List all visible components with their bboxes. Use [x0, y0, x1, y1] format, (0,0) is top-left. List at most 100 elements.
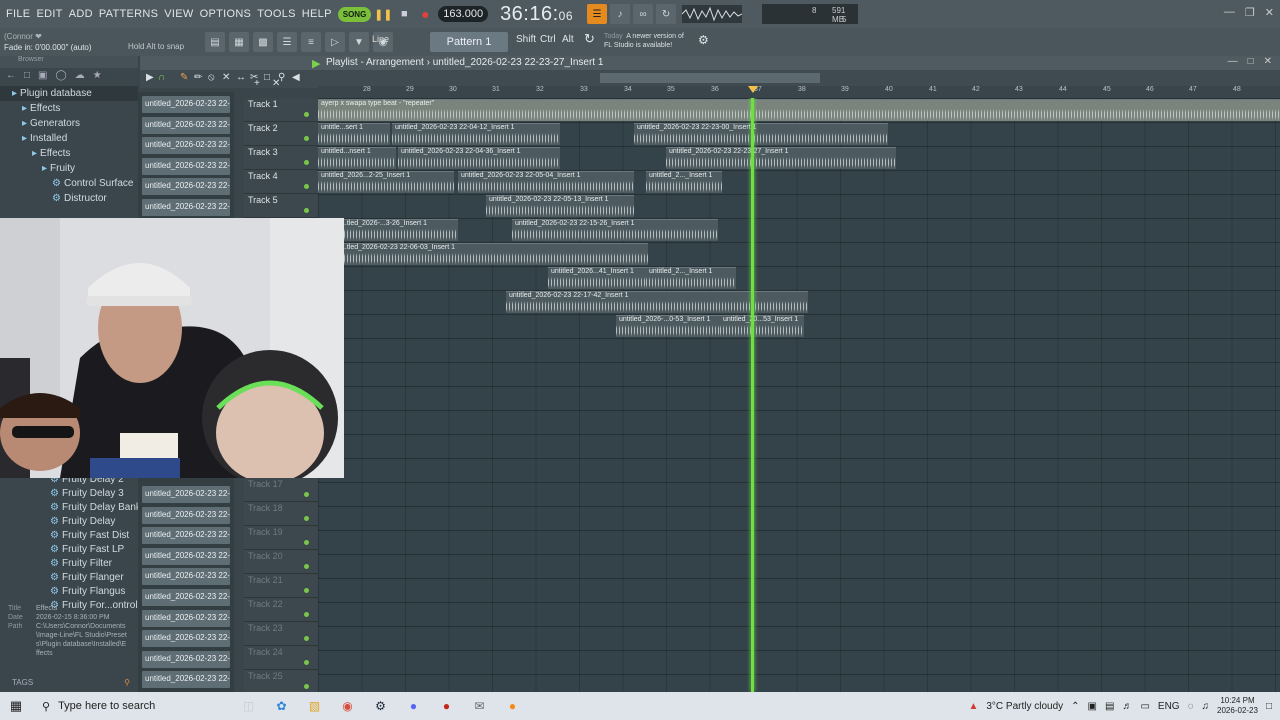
track-header[interactable]: Track 23 [244, 622, 318, 646]
pattern-selector[interactable]: Pattern 1 [430, 32, 508, 52]
menu-item[interactable]: TOOLS [257, 8, 296, 20]
metronome-icon[interactable]: ♪ [610, 4, 631, 24]
audio-clip[interactable]: ...tled_2026-...3-26_Insert 1 [338, 219, 458, 241]
taskbar-clock[interactable]: 10:24 PM 2026-02-23 [1217, 696, 1258, 716]
channel-button[interactable]: untitled_2026-02-23 22- [142, 568, 230, 586]
channel-rack-icon[interactable]: ▩ [253, 32, 273, 52]
ctrl-key-button[interactable]: Ctrl [540, 34, 556, 45]
browser-tree-item[interactable]: ▸ Generators [0, 116, 138, 131]
playlist-icon[interactable]: ▤ [205, 32, 225, 52]
task-view-icon[interactable]: ◫ [232, 692, 265, 720]
menu-item[interactable]: ADD [69, 8, 93, 20]
playlist-grid[interactable]: ayerp x swapa type beat - "repeater" unti… [318, 98, 1280, 692]
browser-plugin-item[interactable]: ⚙ Fruity Filter [0, 556, 138, 570]
song-mode-toggle[interactable]: SONG [337, 6, 372, 22]
snap-selector[interactable]: Line [372, 34, 412, 44]
track-header[interactable]: Track 21 [244, 574, 318, 598]
playhead[interactable] [751, 98, 754, 692]
mixer-sliders-icon[interactable]: ≡ [301, 32, 321, 52]
menu-item[interactable]: OPTIONS [200, 8, 252, 20]
menu-item[interactable]: EDIT [36, 8, 62, 20]
browser-tree-item[interactable]: ▸ Effects [0, 101, 138, 116]
mixer-icon[interactable]: ☰ [277, 32, 297, 52]
refresh-icon[interactable]: ↻ [584, 31, 595, 47]
ruler-bar-number[interactable]: 47 [1189, 86, 1197, 93]
tempo-display[interactable]: 163.000 [438, 6, 489, 22]
browser-plugin-item[interactable]: ⚙ Fruity Flanger [0, 570, 138, 584]
browser-tree-item[interactable]: ▸ Fruity [0, 161, 138, 176]
menu-item[interactable]: VIEW [164, 8, 193, 20]
menu-item[interactable]: HELP [302, 8, 332, 20]
browser-icon[interactable]: ▷ [325, 32, 345, 52]
browser-plugin-item[interactable]: ⚙ Fruity Delay [0, 514, 138, 528]
track-header[interactable]: Track 20 [244, 550, 318, 574]
channel-button[interactable]: untitled_2026-02-23 22- [142, 506, 230, 524]
track-mute-led[interactable] [304, 160, 309, 165]
wait-input-icon[interactable]: ∞ [633, 4, 654, 24]
browser-plugin-item[interactable]: ⚙ Fruity Delay 3 [0, 486, 138, 500]
menu-item[interactable]: FILE [6, 8, 30, 20]
channel-button[interactable]: untitled_2026-02-23 22- [142, 527, 230, 545]
audio-clip[interactable]: untitled_2026-02-23 22-23-27_Insert 1 [666, 147, 896, 169]
ruler-bar-number[interactable]: 45 [1103, 86, 1111, 93]
audio-clip[interactable]: untitled_20...53_Insert 1 [720, 315, 804, 337]
playlist-menu-icon[interactable]: ▶ [146, 72, 154, 83]
taskbar-search[interactable]: ⚲ Type here to search [32, 692, 232, 720]
ruler-bar-number[interactable]: 48 [1233, 86, 1241, 93]
audio-clip[interactable]: ayerp x swapa type beat - "repeater" [318, 99, 1280, 121]
network-icon[interactable]: ▤ [1105, 701, 1114, 712]
ruler-bar-number[interactable]: 32 [536, 86, 544, 93]
magnet-icon[interactable]: ∩ [158, 72, 165, 83]
camera-icon[interactable]: ▣ [1088, 701, 1097, 712]
channel-button[interactable]: untitled_2026-02-23 22- [142, 116, 230, 134]
browser-plugin-item[interactable]: ⚙ Fruity Fast LP [0, 542, 138, 556]
audio-clip[interactable]: untitled_2026...41_Insert 1 [548, 267, 648, 289]
channel-button[interactable]: untitled_2026-02-23 22- [142, 650, 230, 668]
ruler-bar-number[interactable]: 39 [841, 86, 849, 93]
track-mute-led[interactable] [304, 136, 309, 141]
channel-button[interactable]: untitled_2026-02-23 22- [142, 609, 230, 627]
audio-clip[interactable]: untitled_2..._Insert 1 [646, 171, 722, 193]
channel-button[interactable]: untitled_2026-02-23 22- [142, 178, 230, 196]
fl-studio-icon[interactable]: ● [496, 692, 529, 720]
weather-text[interactable]: 3°C Partly cloudy [986, 701, 1063, 712]
ruler-bar-number[interactable]: 41 [929, 86, 937, 93]
track-mute-led[interactable] [304, 516, 309, 521]
audio-clip[interactable]: untitled_2026-02-23 22-15-26_Insert 1 [512, 219, 718, 241]
ruler-bar-number[interactable]: 33 [580, 86, 588, 93]
volume-icon[interactable]: ♬ [1122, 701, 1132, 712]
record-icon[interactable]: ● [416, 5, 434, 23]
browser-tree-item[interactable]: ⚙ Control Surface [0, 176, 138, 191]
ruler-bar-number[interactable]: 46 [1146, 86, 1154, 93]
slip-tool-icon[interactable]: ↔ [236, 72, 246, 83]
mute-tool-icon[interactable]: ✕ [222, 72, 230, 83]
speaker-icon[interactable]: ♫ [1202, 701, 1210, 712]
track-mute-led[interactable] [304, 684, 309, 689]
browser-tree-item[interactable]: ▸ Effects [0, 146, 138, 161]
chrome-icon[interactable]: ◉ [331, 692, 364, 720]
channel-button[interactable]: untitled_2026-02-23 22- [142, 589, 230, 606]
track-header[interactable]: Track 24 [244, 646, 318, 670]
audio-clip[interactable]: untitled_2..._Insert 1 [646, 267, 736, 289]
audio-clip[interactable]: untitled_2026-02-23 22-04-12_Insert 1 [392, 123, 560, 145]
discord-icon[interactable]: ● [397, 692, 430, 720]
browser-plugin-item[interactable]: ⚙ Fruity Flangus [0, 584, 138, 598]
steam-icon[interactable]: ⚙ [364, 692, 397, 720]
track-header[interactable]: Track 3 [244, 146, 318, 170]
ruler-bar-number[interactable]: 38 [798, 86, 806, 93]
audio-clip[interactable]: untitled_2026-02-23 22-17-42_Insert 1 [506, 291, 808, 313]
search-icon[interactable]: ⚲ [124, 678, 130, 687]
tags-bar[interactable]: TAGS ⚲ [12, 678, 134, 687]
tray-expand-icon[interactable]: ⌃ [1071, 701, 1079, 712]
close-icon[interactable]: ✕ [1265, 6, 1274, 19]
track-header[interactable]: Track 25 [244, 670, 318, 694]
ruler-bar-number[interactable]: 29 [406, 86, 414, 93]
channel-button[interactable]: untitled_2026-02-23 22- [142, 137, 230, 155]
ruler-bar-number[interactable]: 28 [363, 86, 371, 93]
draw-tool-icon[interactable]: ✎ [180, 72, 188, 83]
delete-tool-icon[interactable]: ⦸ [208, 72, 215, 83]
ruler-bar-number[interactable]: 44 [1059, 86, 1067, 93]
piano-roll-icon[interactable]: ▦ [229, 32, 249, 52]
track-header[interactable]: Track 22 [244, 598, 318, 622]
channel-button[interactable]: untitled_2026-02-23 22- [142, 486, 230, 503]
